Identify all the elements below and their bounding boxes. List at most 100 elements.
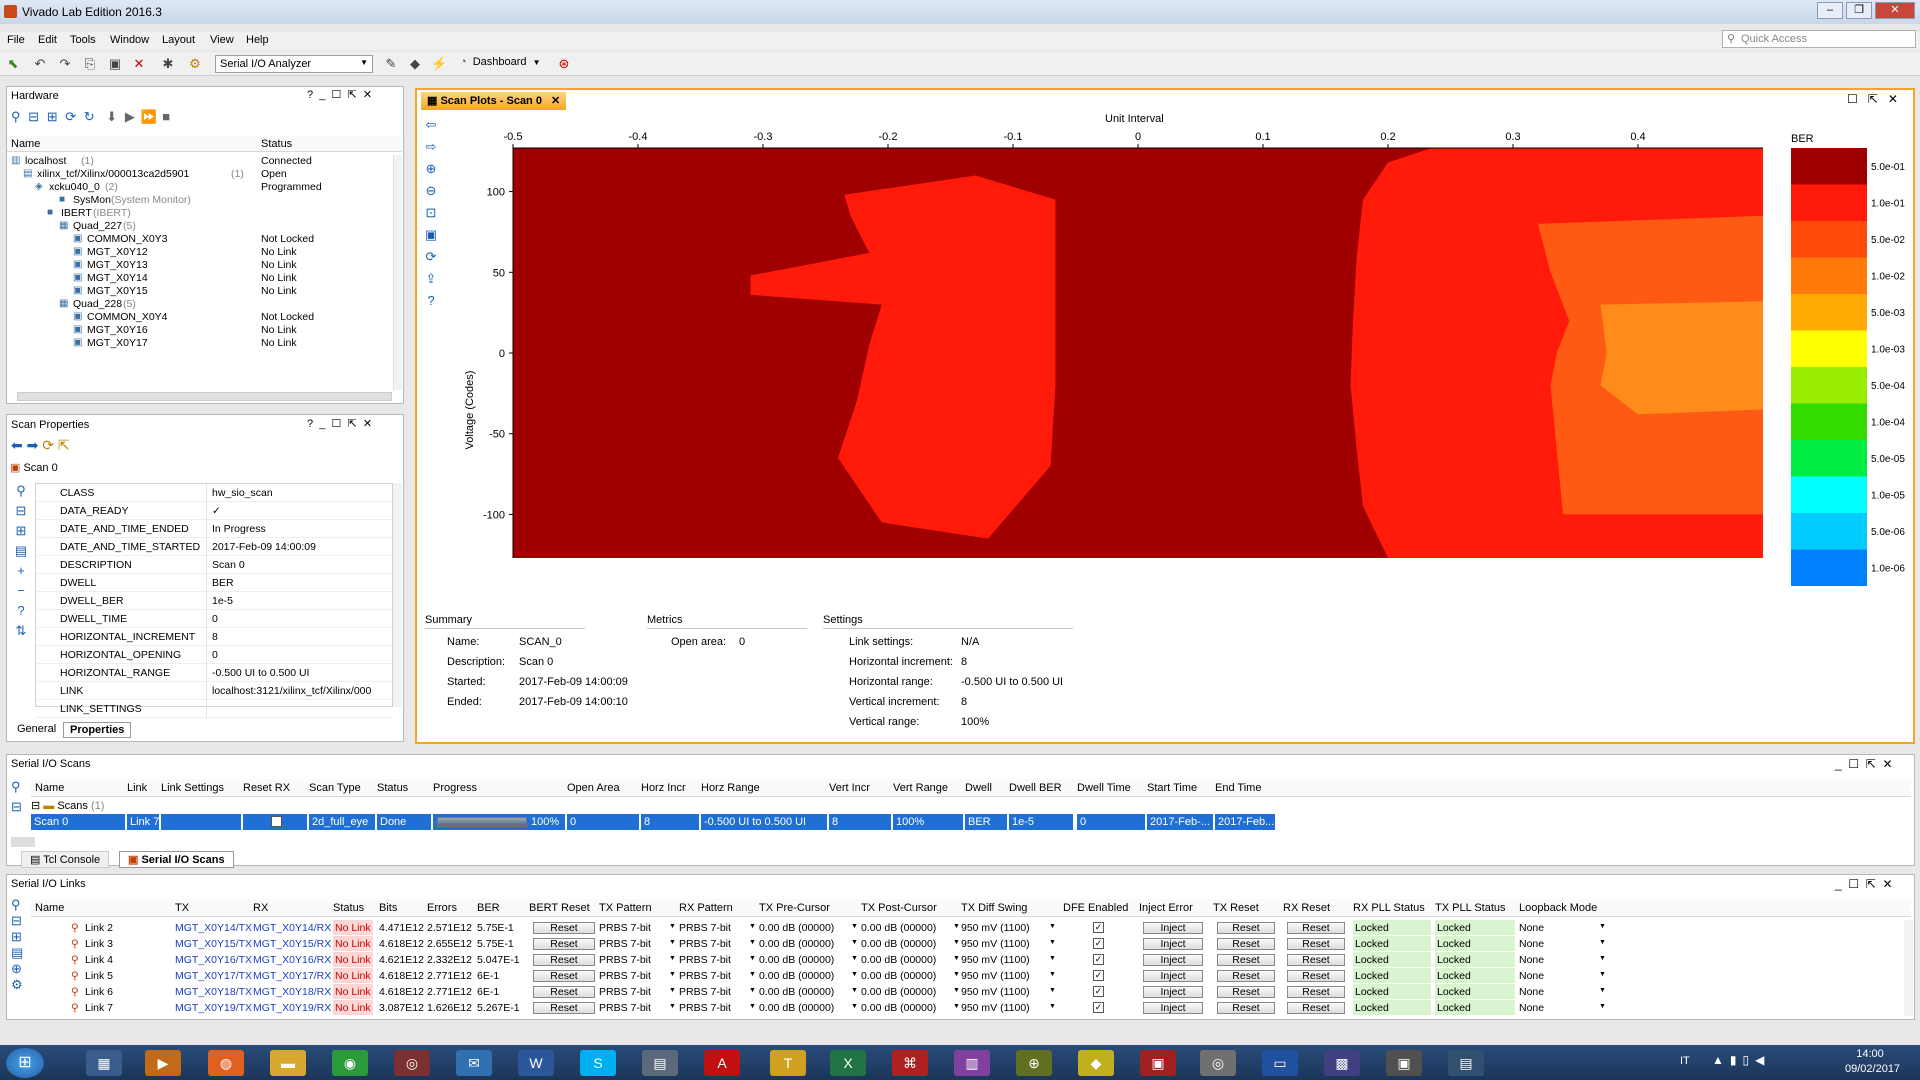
tx-pre-cursor-select[interactable]: 0.00 dB (00000) ▼ — [759, 1002, 858, 1014]
tx-pre-cursor-select[interactable]: 0.00 dB (00000) ▼ — [759, 970, 858, 982]
link-rx[interactable]: MGT_X0Y15/RX — [253, 938, 331, 950]
app-icon-6[interactable]: ◎ — [394, 1050, 430, 1076]
scans-scroll-handle[interactable] — [11, 837, 35, 847]
tx-reset-button[interactable]: Reset — [1217, 922, 1275, 934]
scans-col-header[interactable]: Horz Range — [701, 782, 760, 794]
rx-reset-button[interactable]: Reset — [1287, 1002, 1345, 1014]
link-tx[interactable]: MGT_X0Y19/TX — [175, 1002, 252, 1014]
hardware-row[interactable]: ▣ MGT_X0Y17 No Link — [7, 337, 393, 350]
dfe-enabled-checkbox[interactable]: ✓ — [1093, 954, 1104, 965]
scan-cell-horz_range[interactable]: -0.500 UI to 0.500 UI — [701, 814, 827, 830]
collapse-icon[interactable]: ⊟ — [11, 797, 27, 817]
scans-col-header[interactable]: End Time — [1215, 782, 1261, 794]
skype-icon[interactable]: S — [580, 1050, 616, 1076]
tx-diff-swing-select[interactable]: 950 mV (1100) ▼ — [961, 970, 1057, 982]
col-name[interactable]: Name — [11, 138, 40, 150]
rx-pattern-select[interactable]: PRBS 7-bit ▼ — [679, 922, 756, 934]
help-icon[interactable]: ? — [307, 89, 313, 101]
tx-pattern-select[interactable]: PRBS 7-bit ▼ — [599, 1002, 676, 1014]
quick-access-field[interactable]: ⚲ Quick Access — [1722, 30, 1916, 48]
word-icon[interactable]: W — [518, 1050, 554, 1076]
link-row[interactable]: ⚲ Link 6 MGT_X0Y18/TX MGT_X0Y18/RX No Link 4.… — [31, 984, 1901, 1000]
expand-all-icon[interactable]: ⊞ — [47, 109, 58, 124]
link-tx[interactable]: MGT_X0Y17/TX — [175, 970, 252, 982]
link-rx[interactable]: MGT_X0Y14/RX — [253, 922, 331, 934]
winrar-icon[interactable]: ▥ — [954, 1050, 990, 1076]
tx-diff-swing-select[interactable]: 950 mV (1100) ▼ — [961, 1002, 1057, 1014]
search-icon[interactable]: ⚲ — [11, 897, 29, 913]
scan-cell-horz_incr[interactable]: 8 — [641, 814, 699, 830]
hardware-vscrollbar[interactable] — [393, 155, 402, 390]
scans-col-header[interactable]: Status — [377, 782, 408, 794]
delete-icon[interactable]: ✕ — [131, 56, 147, 72]
bert-reset-button[interactable]: Reset — [533, 1002, 595, 1014]
link-row[interactable]: ⚲ Link 3 MGT_X0Y15/TX MGT_X0Y15/RX No Link 4.… — [31, 936, 1901, 952]
links-col-header[interactable]: RX PLL Status — [1353, 902, 1425, 914]
tx-post-cursor-select[interactable]: 0.00 dB (00000) ▼ — [861, 1002, 960, 1014]
search-icon[interactable]: ⚲ — [11, 109, 21, 124]
back-icon[interactable]: ⇦ — [421, 114, 441, 136]
rx-reset-button[interactable]: Reset — [1287, 938, 1345, 950]
scans-col-header[interactable]: Start Time — [1147, 782, 1197, 794]
layout-select[interactable]: Serial I/O Analyzer ▼ — [215, 55, 373, 73]
firefox-icon[interactable]: ◍ — [208, 1050, 244, 1076]
loopback-mode-select[interactable]: None ▼ — [1519, 1002, 1606, 1014]
link-tx[interactable]: MGT_X0Y18/TX — [175, 986, 252, 998]
close-icon[interactable]: ✕ — [363, 418, 372, 430]
undo-icon[interactable]: ↶ — [32, 56, 48, 72]
settings-icon[interactable]: ⚙ — [11, 977, 29, 993]
property-row[interactable]: DWELL_TIME 0 — [36, 610, 392, 628]
property-row[interactable]: LINK localhost:3121/xilinx_tcf/Xilinx/000 — [36, 682, 392, 700]
float-icon[interactable]: ⇱ — [348, 418, 357, 430]
props-scrollbar[interactable] — [393, 483, 402, 707]
float-icon[interactable]: ⇱ — [1866, 877, 1876, 891]
links-col-header[interactable]: Inject Error — [1139, 902, 1193, 914]
col-status[interactable]: Status — [261, 138, 292, 150]
tx-post-cursor-select[interactable]: 0.00 dB (00000) ▼ — [861, 922, 960, 934]
collapse-icon[interactable]: ⊟ — [11, 501, 31, 521]
hardware-row[interactable]: ▥ localhost (1) Connected — [7, 155, 393, 168]
create-link-icon[interactable]: ⊕ — [11, 961, 29, 977]
maximize-icon[interactable]: ☐ — [1848, 757, 1859, 771]
hardware-row[interactable]: ■ IBERT (IBERT) — [7, 207, 393, 220]
scans-col-header[interactable]: Name — [35, 782, 64, 794]
rx-pattern-select[interactable]: PRBS 7-bit ▼ — [679, 938, 756, 950]
maximize-icon[interactable]: ☐ — [332, 418, 342, 430]
hardware-row[interactable]: ▦ Quad_227 (5) — [7, 220, 393, 233]
tab-tcl-console[interactable]: ▤ Tcl Console — [21, 851, 110, 868]
tx-post-cursor-select[interactable]: 0.00 dB (00000) ▼ — [861, 938, 960, 950]
scan-cell-start[interactable]: 2017-Feb-... — [1147, 814, 1213, 830]
tx-pattern-select[interactable]: PRBS 7-bit ▼ — [599, 986, 676, 998]
link-row[interactable]: ⚲ Link 2 MGT_X0Y14/TX MGT_X0Y14/RX No Link 4.… — [31, 920, 1901, 936]
links-col-header[interactable]: BERT Reset — [529, 902, 590, 914]
tx-pattern-select[interactable]: PRBS 7-bit ▼ — [599, 922, 676, 934]
links-col-header[interactable]: RX Reset — [1283, 902, 1330, 914]
tx-reset-button[interactable]: Reset — [1217, 938, 1275, 950]
scans-col-header[interactable]: Progress — [433, 782, 477, 794]
dashboard-button[interactable]: ◔ Dashboard ▼ — [460, 56, 550, 72]
dfe-enabled-checkbox[interactable]: ✓ — [1093, 986, 1104, 997]
rx-reset-button[interactable]: Reset — [1287, 986, 1345, 998]
program-device-icon[interactable]: ⬇ — [106, 109, 117, 124]
app-icon-17[interactable]: ▣ — [1140, 1050, 1176, 1076]
links-col-header[interactable]: TX PLL Status — [1435, 902, 1506, 914]
scan-cell-name[interactable]: Scan 0 — [31, 814, 125, 830]
link-tx[interactable]: MGT_X0Y15/TX — [175, 938, 252, 950]
run-immediate-icon[interactable]: ⏩ — [140, 109, 156, 124]
links-col-header[interactable]: DFE Enabled — [1063, 902, 1128, 914]
sort-icon[interactable]: ⇅ — [11, 621, 31, 641]
loopback-mode-select[interactable]: None ▼ — [1519, 954, 1606, 966]
search-icon[interactable]: ⚲ — [11, 481, 31, 501]
close-icon[interactable]: ✕ — [363, 89, 372, 101]
program-icon[interactable]: ⚙ — [187, 56, 203, 72]
menu-edit[interactable]: Edit — [38, 34, 57, 46]
property-row[interactable]: DWELL_BER 1e-5 — [36, 592, 392, 610]
tx-post-cursor-select[interactable]: 0.00 dB (00000) ▼ — [861, 970, 960, 982]
tx-pattern-select[interactable]: PRBS 7-bit ▼ — [599, 954, 676, 966]
tab-properties[interactable]: Properties — [63, 722, 132, 738]
start-button[interactable]: ⊞ — [6, 1048, 44, 1078]
bert-reset-button[interactable]: Reset — [533, 954, 595, 966]
add-icon[interactable]: + — [11, 561, 31, 581]
links-col-header[interactable]: TX Reset — [1213, 902, 1259, 914]
maximize-button[interactable]: ❐ — [1846, 2, 1872, 19]
